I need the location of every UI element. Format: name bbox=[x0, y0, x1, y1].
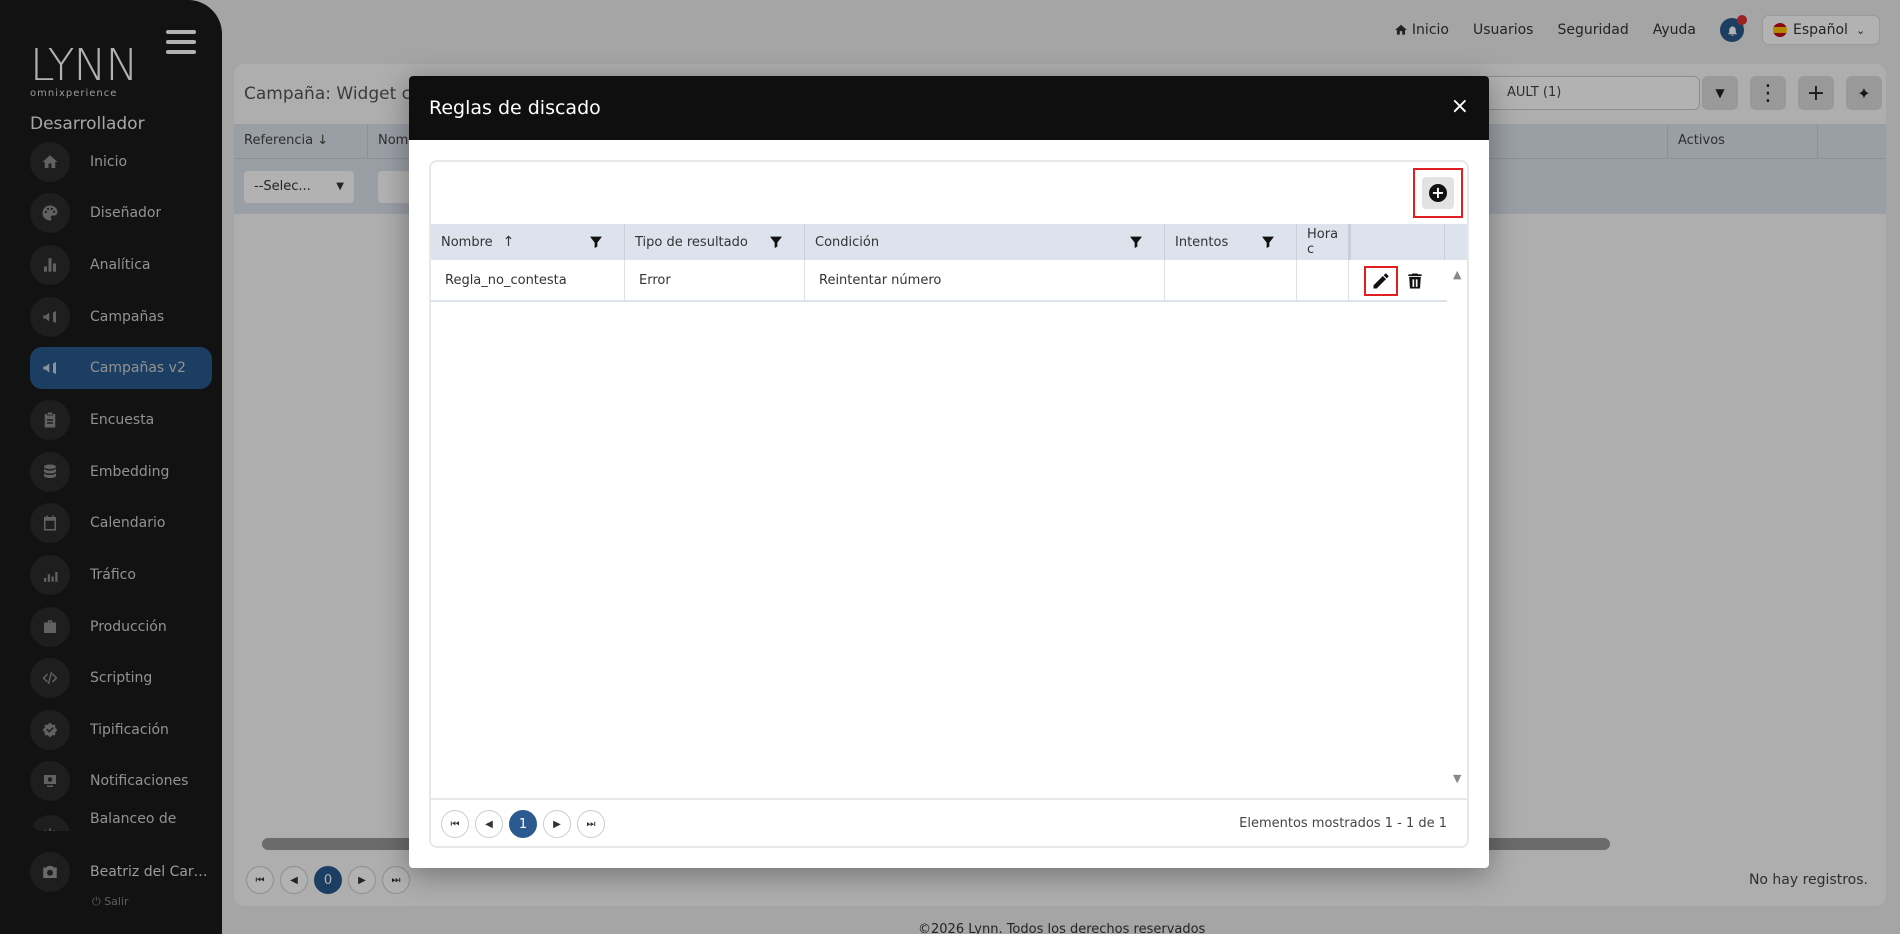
dialing-rules-modal: Reglas de discado × + Nombre ↑ Tipo de r… bbox=[409, 76, 1489, 868]
rules-grid-header: Nombre ↑ Tipo de resultado Condición Int… bbox=[431, 224, 1467, 260]
cell-intentos bbox=[1165, 260, 1297, 300]
modal-header: Reglas de discado × bbox=[409, 76, 1489, 140]
prev-page-button[interactable]: ◀ bbox=[475, 810, 503, 838]
trash-icon bbox=[1408, 273, 1422, 289]
column-label: Tipo de resultado bbox=[635, 234, 748, 250]
filter-icon[interactable] bbox=[1128, 234, 1144, 250]
cell-tipo: Error bbox=[625, 260, 805, 300]
filter-icon[interactable] bbox=[588, 234, 604, 250]
close-icon[interactable]: × bbox=[1451, 94, 1469, 120]
pencil-icon bbox=[1373, 273, 1389, 289]
scroll-up-arrow[interactable]: ▲ bbox=[1453, 268, 1461, 281]
cell-condicion: Reintentar número bbox=[805, 260, 1165, 300]
pager-info: Elementos mostrados 1 - 1 de 1 bbox=[1239, 816, 1447, 831]
rules-grid: Nombre ↑ Tipo de resultado Condición Int… bbox=[431, 224, 1467, 798]
column-label: Hora c bbox=[1307, 227, 1339, 257]
column-hora[interactable]: Hora c bbox=[1297, 224, 1349, 260]
column-label: Nombre bbox=[441, 234, 493, 250]
add-rule-button[interactable]: + bbox=[1413, 168, 1463, 218]
scroll-down-arrow[interactable]: ▼ bbox=[1453, 772, 1461, 785]
rules-panel: + Nombre ↑ Tipo de resultado Condición I… bbox=[429, 160, 1469, 848]
last-page-button[interactable]: ⏭ bbox=[577, 810, 605, 838]
column-label: Condición bbox=[815, 234, 880, 250]
first-page-button[interactable]: ⏮ bbox=[441, 810, 469, 838]
cell-hora bbox=[1297, 260, 1349, 300]
next-page-button[interactable]: ▶ bbox=[543, 810, 571, 838]
column-label: Intentos bbox=[1175, 234, 1229, 250]
rules-pagination: ⏮ ◀ 1 ▶ ⏭ Elementos mostrados 1 - 1 de 1 bbox=[431, 798, 1467, 846]
modal-title: Reglas de discado bbox=[429, 97, 601, 119]
cell-nombre: Regla_no_contesta bbox=[431, 260, 625, 300]
column-nombre[interactable]: Nombre ↑ bbox=[431, 224, 625, 260]
filter-icon[interactable] bbox=[1260, 234, 1276, 250]
column-tipo-resultado[interactable]: Tipo de resultado bbox=[625, 224, 805, 260]
column-intentos[interactable]: Intentos bbox=[1165, 224, 1297, 260]
filter-icon[interactable] bbox=[768, 234, 784, 250]
column-condicion[interactable]: Condición bbox=[805, 224, 1165, 260]
table-row[interactable]: Regla_no_contesta Error Reintentar númer… bbox=[431, 260, 1447, 302]
edit-rule-button[interactable] bbox=[1364, 266, 1398, 296]
plus-circle-icon: + bbox=[1429, 184, 1447, 202]
sort-up-icon: ↑ bbox=[502, 234, 515, 250]
delete-rule-button[interactable] bbox=[1403, 269, 1427, 293]
current-page[interactable]: 1 bbox=[509, 810, 537, 838]
column-actions bbox=[1349, 224, 1445, 260]
